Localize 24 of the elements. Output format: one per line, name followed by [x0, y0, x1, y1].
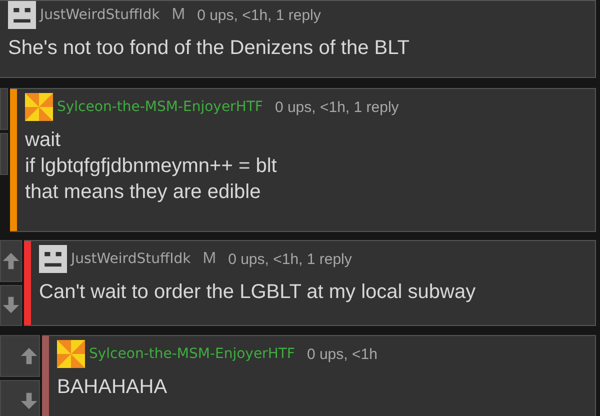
- upvote-button[interactable]: [0, 240, 22, 282]
- downvote-button[interactable]: [0, 380, 40, 416]
- comment-meta: 0 ups, <1h, 1 reply: [228, 250, 352, 268]
- comment-text: She's not too fond of the Denizens of the BLT: [8, 36, 410, 61]
- username-link[interactable]: Sylceon-the-MSM-EnjoyerHTF: [57, 99, 263, 115]
- downvote-button[interactable]: [0, 284, 22, 326]
- comment-meta: 0 ups, <1h, 1 reply: [274, 98, 399, 116]
- avatar-icon[interactable]: [39, 245, 67, 273]
- username-link[interactable]: JustWeirdStuffIdk: [40, 7, 160, 23]
- comment-text: BAHAHAHA: [57, 375, 168, 400]
- up-arrow-icon: [2, 252, 20, 270]
- comment-text: wait if lgbtqfgfjdbnmeymn++ = blt that means they are edible: [25, 128, 278, 205]
- up-arrow-icon: [20, 347, 38, 365]
- down-arrow-icon: [2, 296, 20, 314]
- avatar-icon[interactable]: [8, 1, 36, 29]
- comment-meta: 0 ups, <1h: [306, 346, 378, 362]
- mod-label: M: [172, 6, 186, 24]
- comment-meta: 0 ups, <1h, 1 reply: [197, 6, 321, 24]
- username-link[interactable]: Sylceon-the-MSM-EnjoyerHTF: [89, 346, 295, 362]
- down-arrow-icon: [20, 392, 38, 410]
- username-link[interactable]: JustWeirdStuffIdk: [71, 251, 191, 267]
- comment-text: Can't wait to order the LGBLT at my local subway: [39, 280, 476, 305]
- mod-label: M: [202, 250, 216, 268]
- upvote-button[interactable]: [0, 335, 40, 377]
